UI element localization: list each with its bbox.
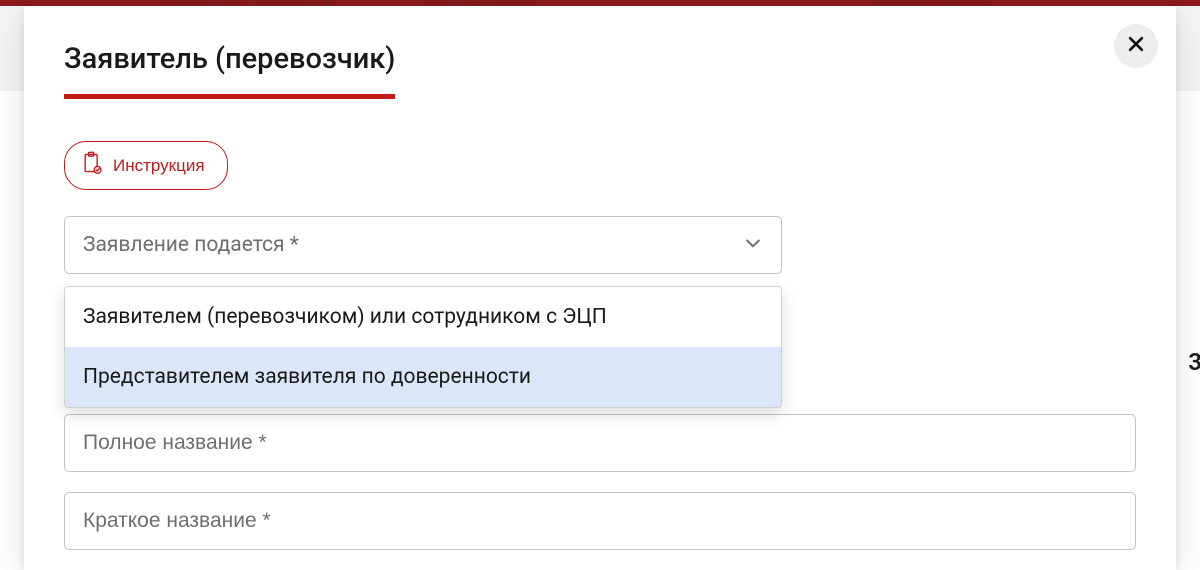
full-name-input[interactable] bbox=[64, 414, 1136, 472]
dropdown-option-representative[interactable]: Представителем заявителя по доверенности bbox=[65, 347, 781, 407]
bg-text-snippet: 3 bbox=[1188, 348, 1200, 376]
applicant-modal: Заявитель (перевозчик) Инструкция Заявле… bbox=[24, 6, 1176, 570]
application-submitted-by-select[interactable]: Заявление подается * bbox=[64, 216, 782, 274]
select-dropdown: Заявителем (перевозчиком) или сотруднико… bbox=[64, 286, 782, 408]
select-placeholder: Заявление подается * bbox=[83, 233, 299, 257]
instruction-label: Инструкция bbox=[113, 156, 205, 176]
chevron-down-icon bbox=[743, 233, 763, 257]
close-icon bbox=[1126, 34, 1146, 58]
clipboard-icon bbox=[81, 151, 103, 180]
instruction-button[interactable]: Инструкция bbox=[64, 141, 228, 190]
short-name-input[interactable] bbox=[64, 492, 1136, 550]
close-button[interactable] bbox=[1114, 24, 1158, 68]
modal-title: Заявитель (перевозчик) bbox=[64, 42, 395, 99]
dropdown-option-applicant[interactable]: Заявителем (перевозчиком) или сотруднико… bbox=[65, 287, 781, 347]
